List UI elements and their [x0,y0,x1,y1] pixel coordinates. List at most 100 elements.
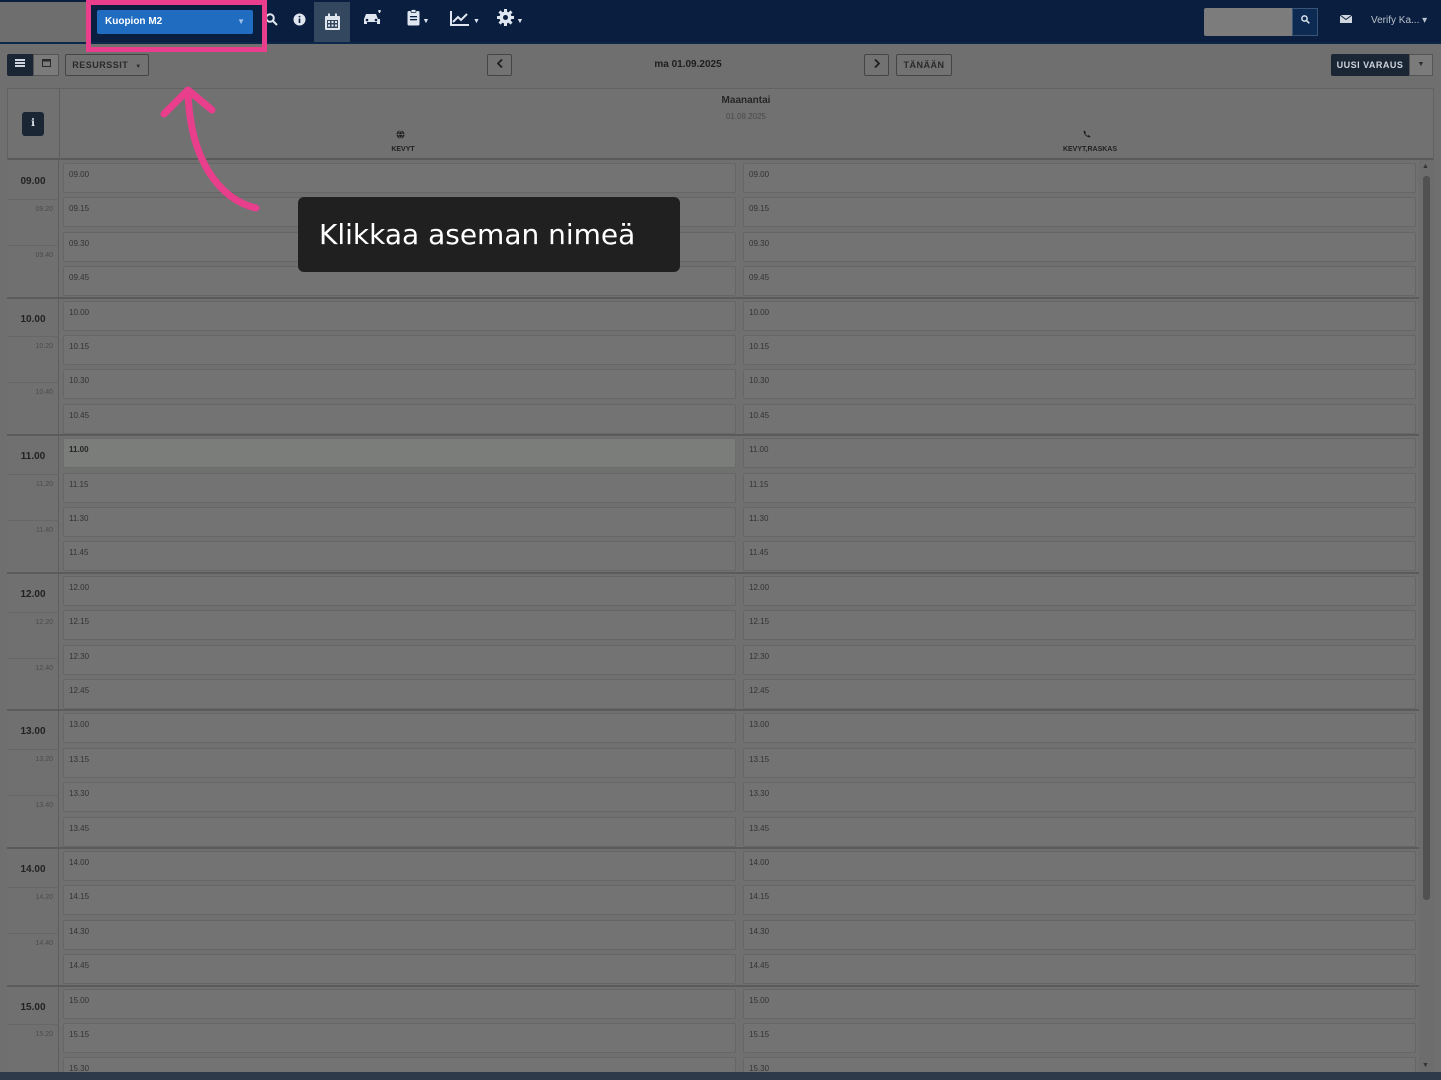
chevron-down-icon: ▼ [516,18,524,25]
time-slot[interactable]: 11.30 [743,507,1416,537]
time-slot[interactable]: 15.15 [743,1023,1416,1053]
minor-time-label: 12.20 [35,618,53,626]
time-slot[interactable]: 15.30 [63,1057,736,1072]
mail-icon[interactable] [1339,13,1353,27]
time-slot[interactable]: 14.45 [63,954,736,985]
time-slot[interactable]: 13.15 [743,747,1416,778]
today-button[interactable]: TÄNÄÄN [896,54,952,76]
scrollbar[interactable]: ▲ ▼ [1419,160,1434,1072]
calendar-icon [41,59,51,67]
time-slot[interactable]: 10.00 [63,300,736,331]
resources-dropdown[interactable]: RESURSSIT ▼ [65,54,149,76]
time-slot[interactable]: 09.00 [743,163,1416,193]
time-slot[interactable]: 13.30 [63,782,736,813]
time-slot[interactable]: 14.30 [63,919,736,950]
new-booking-dropdown[interactable]: ▼ [1409,54,1433,76]
time-slot[interactable]: 10.30 [63,369,736,400]
car-icon[interactable] [358,8,386,36]
minor-divider [7,474,59,476]
time-slot[interactable]: 15.00 [63,988,736,1019]
chevron-left-icon [496,58,503,69]
search-button[interactable] [1292,8,1318,36]
time-slot[interactable]: 15.30 [743,1057,1416,1072]
time-slot[interactable]: 13.00 [743,713,1416,744]
time-slot[interactable]: 13.30 [743,782,1416,813]
time-slot[interactable]: 09.15 [743,197,1416,228]
new-booking-button[interactable]: UUSI VARAUS [1331,54,1409,76]
time-slot[interactable]: 10.15 [743,335,1416,365]
time-slot[interactable]: 13.45 [63,816,736,847]
time-slot[interactable]: 11.30 [63,507,736,537]
time-slot[interactable]: 14.30 [743,919,1416,950]
hour-label: 10.00 [20,313,46,325]
time-slot[interactable]: 11.00 [63,438,736,469]
chevron-down-icon: ▼ [422,18,430,25]
global-search-input[interactable] [1204,8,1292,36]
time-slot[interactable]: 12.15 [743,610,1416,641]
time-slot[interactable]: 12.45 [63,679,736,709]
hour-divider [7,434,1419,437]
calendar-view-button[interactable] [33,54,59,76]
instruction-tooltip: Klikkaa aseman nimeä [298,197,680,272]
user-menu[interactable]: Verify Ka... ▾ [1371,15,1427,26]
time-slot[interactable]: 11.45 [743,541,1416,572]
list-view-button[interactable] [7,54,33,76]
minor-time-label: 14.40 [35,939,53,947]
time-slot[interactable]: 11.15 [743,472,1416,503]
time-slot[interactable]: 12.45 [743,679,1416,709]
minor-divider [7,1024,59,1026]
time-slot[interactable]: 14.00 [743,851,1416,881]
time-slot[interactable]: 12.15 [63,610,736,641]
minor-divider [7,749,59,751]
time-slot[interactable]: 14.45 [743,954,1416,985]
time-slot[interactable]: 09.30 [743,231,1416,262]
prev-day-button[interactable] [487,54,512,76]
time-slot[interactable]: 12.00 [743,575,1416,606]
scroll-thumb[interactable] [1423,176,1430,900]
time-slot[interactable]: 11.45 [63,541,736,572]
time-slot[interactable]: 09.45 [743,266,1416,297]
minor-time-label: 10.20 [35,343,53,351]
time-slot[interactable]: 11.15 [63,472,736,503]
calendar-icon[interactable] [314,2,350,42]
time-slot[interactable]: 13.15 [63,747,736,778]
time-slot[interactable]: 10.00 [743,300,1416,331]
time-slot[interactable]: 13.45 [743,816,1416,847]
time-slot[interactable]: 12.00 [63,575,736,606]
time-slot[interactable]: 10.45 [743,403,1416,434]
info-icon[interactable] [290,8,308,36]
hour-label: 13.00 [20,726,46,738]
time-slot[interactable]: 15.00 [743,988,1416,1019]
minor-divider [7,244,59,246]
time-slot[interactable]: 11.00 [743,438,1416,469]
time-slot[interactable]: 14.15 [743,885,1416,916]
info-button[interactable]: i [22,112,44,136]
minor-divider [7,382,59,384]
time-slot[interactable]: 12.30 [743,644,1416,675]
time-slot[interactable]: 14.15 [63,885,736,916]
time-slot[interactable]: 10.45 [63,403,736,434]
clipboard-icon[interactable]: ▼ [400,8,436,36]
app-window: Kuopion M2 ▼ ▼ ▼ ▼ Verify Ka... ▾ RESURS… [0,0,1441,1080]
time-slot[interactable]: 10.15 [63,335,736,365]
pointer-arrow-icon [160,86,260,212]
hour-divider [7,984,1419,987]
time-slot[interactable]: 10.30 [743,369,1416,400]
time-slot[interactable]: 12.30 [63,644,736,675]
time-slot[interactable]: 13.00 [63,713,736,744]
minor-time-label: 09.20 [35,205,53,213]
time-slot[interactable]: 14.00 [63,851,736,881]
chevron-down-icon: ▼ [135,64,142,70]
gear-icon[interactable]: ▼ [492,8,528,36]
arrow-down-icon[interactable]: ▼ [1422,1062,1429,1069]
arrow-up-icon[interactable]: ▲ [1422,163,1429,170]
chart-icon[interactable]: ▼ [446,8,484,36]
hour-divider [7,847,1419,849]
next-day-button[interactable] [864,54,889,76]
minor-divider [7,657,59,659]
minor-time-label: 13.40 [35,802,53,810]
bottom-strip [0,1072,1441,1080]
time-slot[interactable]: 15.15 [63,1023,736,1053]
current-date[interactable]: ma 01.09.2025 [600,59,776,70]
minor-divider [7,336,59,338]
